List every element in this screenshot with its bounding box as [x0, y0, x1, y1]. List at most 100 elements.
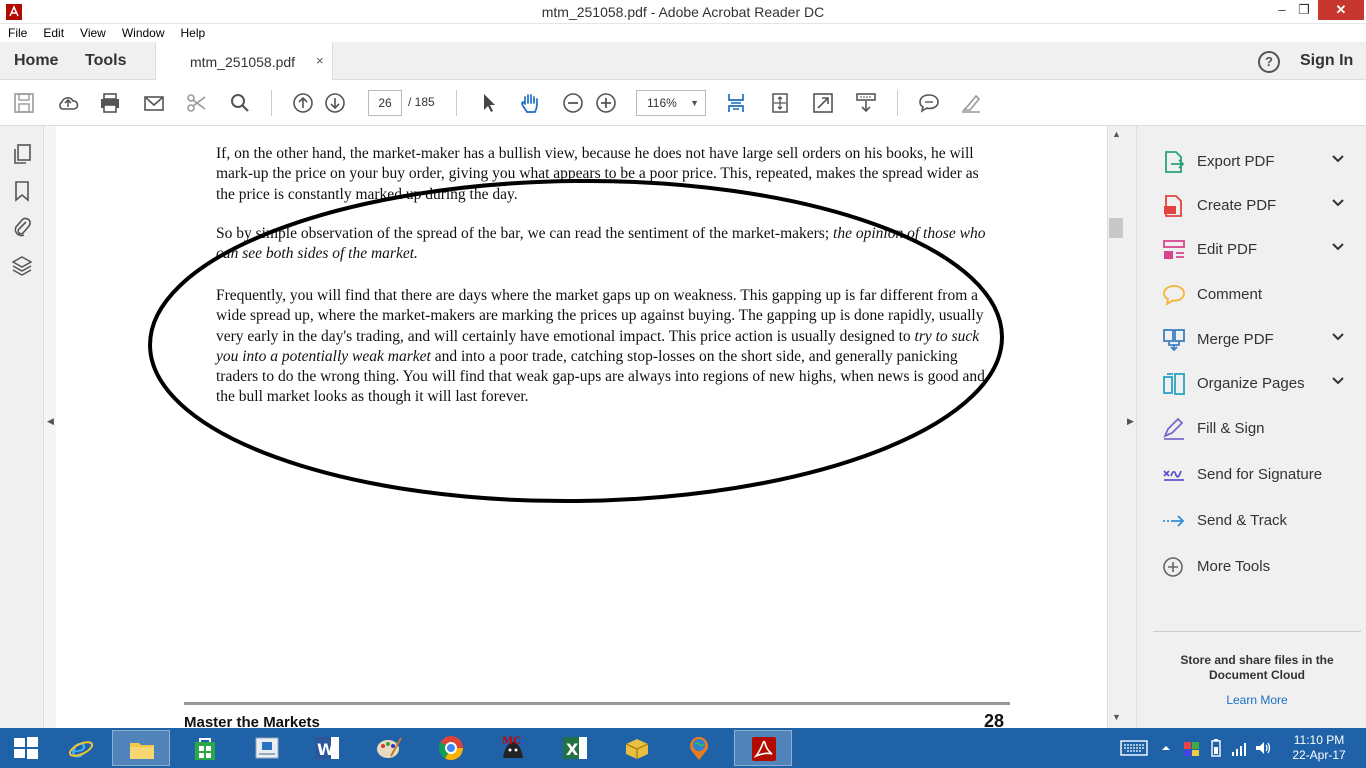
paint-palette-icon: [377, 737, 402, 758]
menu-edit[interactable]: Edit: [35, 24, 72, 42]
select-pointer-icon[interactable]: [476, 91, 500, 115]
tool-export-pdf[interactable]: Export PDF: [1161, 147, 1361, 177]
tool-fill-sign[interactable]: Fill & Sign: [1161, 414, 1361, 444]
print-icon[interactable]: [98, 91, 122, 115]
hand-tool-icon[interactable]: [518, 91, 542, 115]
start-button[interactable]: [0, 730, 58, 766]
zoom-level-dropdown[interactable]: 116% ▼: [636, 90, 706, 116]
scroll-up-arrow[interactable]: ▲: [1112, 129, 1121, 139]
chevron-down-icon[interactable]: [1331, 374, 1345, 388]
email-icon[interactable]: [142, 91, 166, 115]
tool-label: Send for Signature: [1197, 466, 1323, 483]
page-number-input[interactable]: 26: [368, 90, 402, 116]
tool-more-tools[interactable]: More Tools: [1161, 552, 1361, 582]
chevron-down-icon[interactable]: [1331, 330, 1345, 344]
search-icon[interactable]: [228, 91, 252, 115]
tab-tools[interactable]: Tools: [85, 52, 126, 70]
taskbar-acrobat-reader[interactable]: [734, 730, 792, 766]
system-clock[interactable]: 11:10 PM 22-Apr-17: [1286, 733, 1352, 763]
window-title: mtm_251058.pdf - Adobe Acrobat Reader DC: [541, 4, 825, 20]
tools-pane: Export PDF Create PDF Edit PDF Comment M…: [1136, 126, 1366, 728]
fit-page-icon[interactable]: [768, 91, 792, 115]
menu-window[interactable]: Window: [114, 24, 173, 42]
tool-create-pdf[interactable]: Create PDF: [1161, 191, 1361, 221]
attachment-icon[interactable]: [11, 215, 33, 239]
document-viewport[interactable]: If, on the other hand, the market-maker …: [56, 126, 1107, 728]
menu-view[interactable]: View: [72, 24, 114, 42]
menu-help[interactable]: Help: [173, 24, 214, 42]
battery-icon[interactable]: [1208, 738, 1224, 758]
keyboard-icon[interactable]: [1120, 738, 1148, 758]
toolbar-separator: [271, 90, 272, 116]
scissors-icon[interactable]: [185, 91, 209, 115]
chevron-down-icon[interactable]: [1331, 240, 1345, 254]
tools-pane-divider: [1153, 631, 1361, 632]
full-screen-icon[interactable]: [811, 91, 835, 115]
previous-page-icon[interactable]: [291, 91, 315, 115]
taskbar-word[interactable]: W: [298, 730, 356, 766]
read-mode-icon[interactable]: [854, 91, 878, 115]
folder-icon: [130, 743, 154, 759]
tool-send-track[interactable]: Send & Track: [1161, 506, 1361, 536]
maximize-button[interactable]: ❐: [1290, 0, 1318, 20]
taskbar-store[interactable]: [176, 730, 234, 766]
tray-app-icon[interactable]: [1182, 738, 1202, 758]
taskbar-globe-app[interactable]: [670, 730, 728, 766]
tab-home[interactable]: Home: [14, 52, 58, 70]
taskbar-chrome[interactable]: [422, 730, 480, 766]
show-hidden-icons-icon[interactable]: [1160, 738, 1172, 758]
windows-taskbar: e W MC X 11:10 PM 22-Apr-17: [0, 728, 1366, 768]
scroll-down-arrow[interactable]: ▼: [1112, 712, 1121, 722]
tool-label: Send & Track: [1197, 512, 1288, 529]
page-footer-number: 28: [984, 711, 1005, 728]
collapse-left-pane-handle[interactable]: ◀: [44, 126, 56, 728]
help-icon[interactable]: ?: [1258, 51, 1280, 73]
taskbar-excel[interactable]: X: [546, 730, 604, 766]
chevron-down-icon[interactable]: [1331, 196, 1345, 210]
sign-in-button[interactable]: Sign In: [1300, 52, 1353, 70]
internet-explorer-icon: e: [68, 734, 94, 762]
clock-date: 22-Apr-17: [1292, 748, 1346, 762]
send-signature-icon: [1163, 470, 1184, 481]
taskbar-file-explorer[interactable]: [112, 730, 170, 766]
vertical-scrollbar[interactable]: ▲ ▼: [1107, 126, 1124, 728]
store-bag-icon: [195, 738, 215, 760]
network-signal-icon[interactable]: [1230, 738, 1248, 758]
zoom-out-icon[interactable]: [561, 91, 585, 115]
close-window-button[interactable]: ✕: [1318, 0, 1364, 20]
tool-organize-pages[interactable]: Organize Pages: [1161, 369, 1361, 399]
comment-icon[interactable]: [917, 91, 941, 115]
plus-circle-icon: [1163, 557, 1183, 577]
tool-label: More Tools: [1197, 558, 1271, 575]
chevron-down-icon[interactable]: [1331, 152, 1345, 166]
next-page-icon[interactable]: [323, 91, 347, 115]
menu-file[interactable]: File: [0, 24, 35, 42]
page-thumbnails-icon[interactable]: [11, 142, 33, 166]
taskbar-app[interactable]: [238, 730, 296, 766]
collapse-right-pane-handle[interactable]: ▶: [1124, 126, 1136, 728]
page-footer-title: Master the Markets: [184, 714, 320, 728]
page-footer-rule: [184, 702, 1010, 705]
taskbar-archive[interactable]: [608, 730, 666, 766]
taskbar-paint[interactable]: [360, 730, 418, 766]
tab-document[interactable]: mtm_251058.pdf ×: [155, 42, 333, 80]
chrome-icon: [438, 736, 463, 761]
scrollbar-thumb[interactable]: [1109, 218, 1123, 238]
close-tab-icon[interactable]: ×: [316, 53, 324, 68]
bookmark-icon[interactable]: [11, 179, 33, 203]
learn-more-link[interactable]: Learn More: [1153, 693, 1361, 707]
word-icon: W: [315, 737, 339, 759]
highlight-pen-icon[interactable]: [959, 91, 983, 115]
volume-icon[interactable]: [1254, 738, 1272, 758]
cloud-upload-icon[interactable]: [56, 91, 80, 115]
taskbar-game[interactable]: MC: [484, 730, 542, 766]
taskbar-internet-explorer[interactable]: e: [52, 730, 110, 766]
tool-comment[interactable]: Comment: [1161, 280, 1361, 310]
save-icon[interactable]: [12, 91, 36, 115]
tool-send-for-signature[interactable]: Send for Signature: [1161, 460, 1361, 490]
tool-edit-pdf[interactable]: Edit PDF: [1161, 235, 1361, 265]
tool-merge-pdf[interactable]: Merge PDF: [1161, 325, 1361, 355]
zoom-in-icon[interactable]: [594, 91, 618, 115]
layers-icon[interactable]: [11, 253, 33, 277]
scroll-mode-icon[interactable]: [724, 91, 748, 115]
